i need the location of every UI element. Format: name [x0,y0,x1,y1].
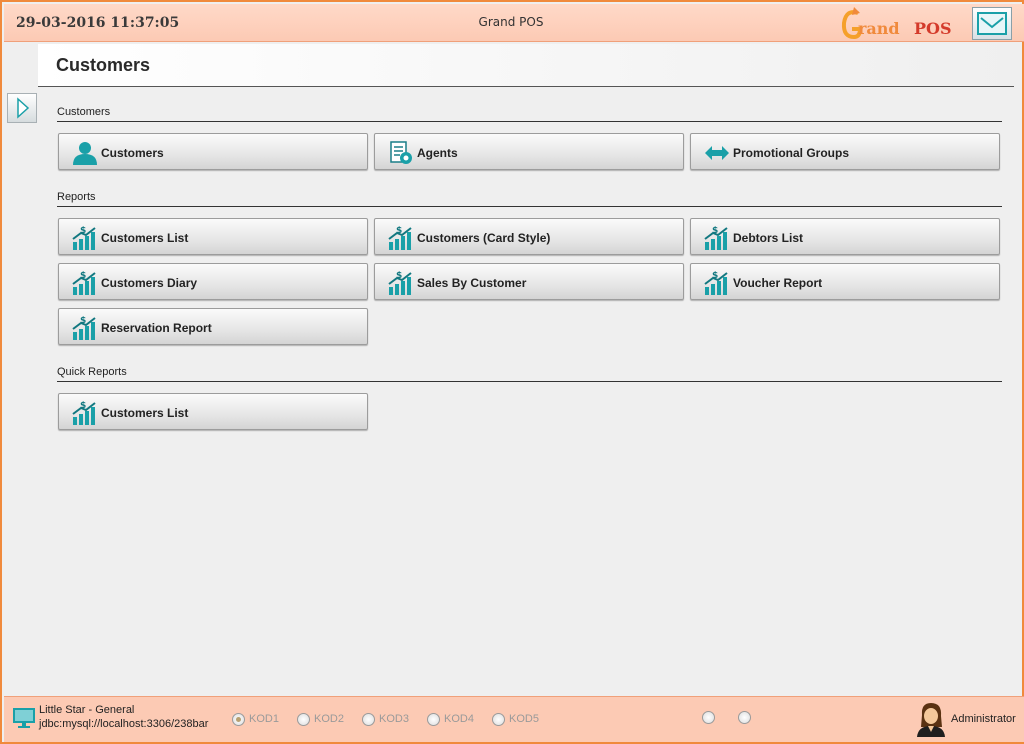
tile-customers-card-style[interactable]: $ Customers (Card Style) [374,218,684,255]
section-label-customers: Customers [57,106,111,118]
tile-label: Promotional Groups [733,146,850,160]
svg-text:$: $ [396,271,402,281]
tile-promotional-groups[interactable]: Promotional Groups [690,133,1000,170]
report-chart-icon: $ [388,271,412,295]
report-chart-icon: $ [704,271,728,295]
svg-text:$: $ [80,226,86,236]
agents-icon [390,141,412,164]
tile-label: Agents [417,146,458,160]
section-divider [57,206,1002,207]
current-user: Administrator [951,713,1016,725]
tile-debtors-list[interactable]: $ Debtors List [690,218,1000,255]
title-bar: 29-03-2016 11:37:05 Grand POS rand POS [4,4,1024,42]
page-header: Customers [38,44,1014,87]
tile-customers-list[interactable]: $ Customers List [58,218,368,255]
svg-text:$: $ [80,401,86,411]
tile-voucher-report[interactable]: $ Voucher Report [690,263,1000,300]
tile-customers-diary[interactable]: $ Customers Diary [58,263,368,300]
tile-sales-by-customer[interactable]: $ Sales By Customer [374,263,684,300]
double-arrow-icon [705,146,729,160]
report-chart-icon: $ [388,226,412,250]
tile-label: Customers Diary [101,276,198,290]
user-avatar-icon [917,703,945,737]
kod2-radio[interactable] [297,713,310,726]
svg-text:$: $ [80,316,86,326]
kod2-label: KOD2 [314,713,344,725]
kod1-radio[interactable] [232,713,245,726]
tile-label: Customers List [101,406,189,420]
tile-label: Voucher Report [733,276,823,290]
tile-label: Sales By Customer [417,276,527,290]
tile-reservation-report[interactable]: $ Reservation Report [58,308,368,345]
status-bar: Little Star - General jdbc:mysql://local… [4,696,1024,742]
connection-name: Little Star - General [39,704,135,716]
app-window: 29-03-2016 11:37:05 Grand POS rand POS C… [0,0,1024,744]
svg-text:$: $ [396,226,402,236]
svg-text:$: $ [712,226,718,236]
report-chart-icon: $ [72,316,96,340]
status-radio-b[interactable] [738,711,751,724]
svg-text:$: $ [712,271,718,281]
section-divider [57,381,1002,382]
tile-label: Debtors List [733,231,804,245]
section-divider [57,121,1002,122]
svg-text:$: $ [80,271,86,281]
grand-pos-logo: rand POS [840,7,952,41]
report-chart-icon: $ [72,271,96,295]
report-chart-icon: $ [72,226,96,250]
tile-quick-customers-list[interactable]: $ Customers List [58,393,368,430]
tile-agents[interactable]: Agents [374,133,684,170]
menu-button[interactable] [972,7,1012,40]
page-title: Customers [56,55,151,75]
tile-label: Customers (Card Style) [417,231,551,245]
person-icon [73,142,97,165]
report-chart-icon: $ [704,226,728,250]
connection-url: jdbc:mysql://localhost:3306/238bar [39,718,209,730]
kod5-radio[interactable] [492,713,505,726]
kod1-label: KOD1 [249,713,279,725]
kod4-radio[interactable] [427,713,440,726]
envelope-icon [977,12,1007,35]
tile-label: Reservation Report [101,321,212,335]
kod3-radio[interactable] [362,713,375,726]
tile-label: Customers List [101,231,189,245]
monitor-icon [13,708,35,728]
tile-customers[interactable]: Customers [58,133,368,170]
report-chart-icon: $ [72,401,96,425]
kod3-label: KOD3 [379,713,409,725]
status-radio-a[interactable] [702,711,715,724]
section-label-reports: Reports [57,191,96,203]
kod4-label: KOD4 [444,713,474,725]
tile-label: Customers [101,146,164,160]
sidebar-toggle-button[interactable] [7,93,37,123]
section-label-quick-reports: Quick Reports [57,366,127,378]
chevron-right-icon [17,97,30,119]
kod5-label: KOD5 [509,713,539,725]
